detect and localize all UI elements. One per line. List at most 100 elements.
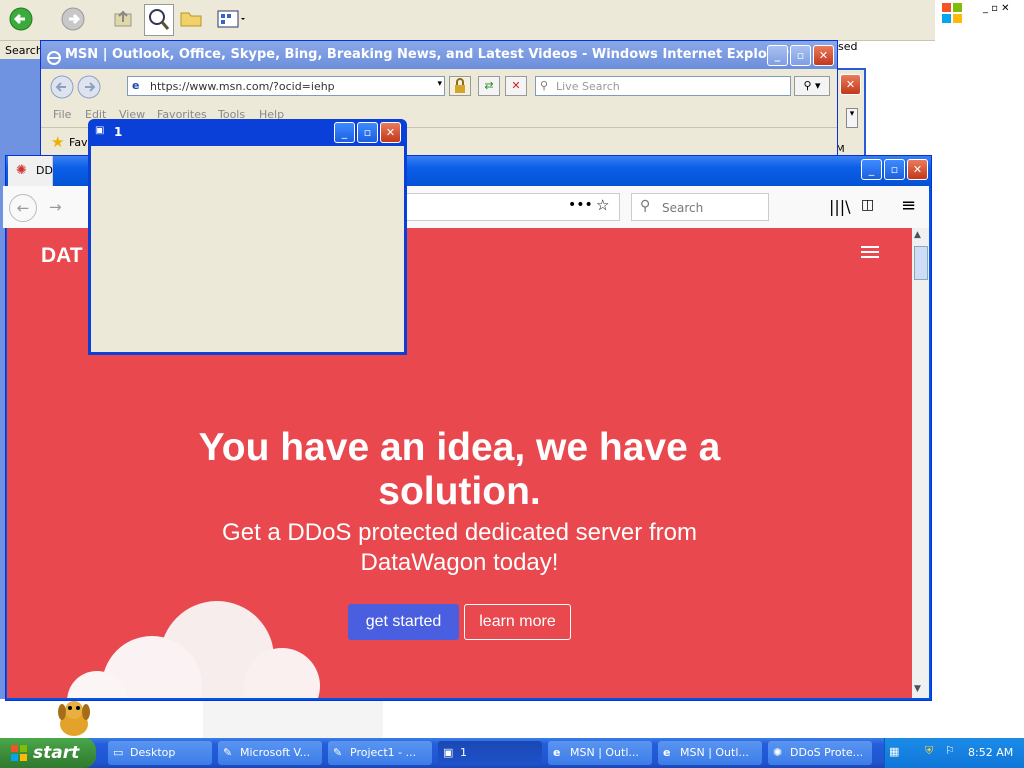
library-icon[interactable]: |||\ <box>829 197 851 216</box>
search-pane-header: Search <box>0 41 43 60</box>
windows-flag-icon <box>10 744 28 767</box>
hamburger-menu-icon[interactable]: ≡ <box>901 195 916 216</box>
scrollbar-thumb[interactable] <box>914 246 928 280</box>
ie-titlebar[interactable]: MSN | Outlook, Office, Skype, Bing, Brea… <box>41 41 837 69</box>
back-icon[interactable]: ← <box>9 194 37 222</box>
tab-favicon-icon: ✺ <box>16 163 27 178</box>
ie-window-title: MSN | Outlook, Office, Skype, Bing, Brea… <box>65 47 789 62</box>
maximize-icon[interactable]: ▫ <box>790 45 811 66</box>
explorer-window-controls[interactable]: _ ▫ ✕ <box>983 3 1010 14</box>
get-started-button[interactable]: get started <box>348 604 459 640</box>
ie-search-placeholder: Live Search <box>556 80 620 93</box>
small-window-body <box>91 146 404 352</box>
hero-subtext: Get a DDoS protected dedicated server fr… <box>222 519 697 576</box>
tab-label: DD <box>36 164 53 177</box>
ie-window-secondary[interactable]: ✕ ▾ M <box>836 68 866 160</box>
favorites-label[interactable]: Fav <box>69 136 88 149</box>
explorer-status-area <box>203 699 383 738</box>
start-button[interactable]: start <box>0 738 96 768</box>
forward-icon[interactable]: → <box>49 194 62 220</box>
hero-headline: You have an idea, we have a solution. <box>198 426 721 513</box>
firefox-url-bar[interactable]: ••• ☆ <box>403 193 620 221</box>
refresh-icon[interactable]: ⇄ <box>478 76 500 96</box>
close-icon[interactable]: ✕ <box>380 122 401 143</box>
task-ddos[interactable]: ✺ DDoS Prote... <box>768 741 872 765</box>
search-pane-label: Search <box>5 44 43 57</box>
views-icon[interactable] <box>216 6 245 32</box>
keyboard-icon[interactable]: ▦ <box>889 745 899 758</box>
task-msn-1[interactable]: e MSN | Outl... <box>548 741 652 765</box>
forward-icon[interactable] <box>60 6 86 32</box>
minimize-icon[interactable]: _ <box>767 45 788 66</box>
minimize-icon[interactable]: _ <box>334 122 355 143</box>
task-label: MSN | Outl... <box>680 746 749 759</box>
task-msn-2[interactable]: e MSN | Outl... <box>658 741 762 765</box>
menu-file[interactable]: File <box>53 108 71 121</box>
clock[interactable]: 8:52 AM <box>968 746 1013 759</box>
task-label: Microsoft V... <box>240 746 311 759</box>
desktop-icon: ▭ <box>113 746 124 759</box>
start-label: start <box>33 743 80 763</box>
window-app-icon: ▣ <box>95 125 105 136</box>
page-menu-icon[interactable] <box>861 246 879 258</box>
search-icon: ⚲ <box>640 198 651 214</box>
firefox-search-input[interactable]: ⚲ Search <box>631 193 769 221</box>
maximize-icon[interactable]: ▫ <box>357 122 378 143</box>
task-label: 1 <box>460 746 467 759</box>
firefox-search-placeholder: Search <box>662 201 704 215</box>
task-label: Project1 - ... <box>350 746 417 759</box>
ie-address-text[interactable]: https://www.msn.com/?ocid=iehp <box>150 80 335 93</box>
folders-icon[interactable] <box>178 6 204 32</box>
task-microsoft-v[interactable]: ✎ Microsoft V... <box>218 741 322 765</box>
bookmark-star-icon[interactable]: ☆ <box>596 196 609 214</box>
cloud-illustration <box>57 596 337 698</box>
explorer-text-fragment: sed <box>838 40 858 53</box>
stop-icon[interactable]: ✕ <box>505 76 527 96</box>
lock-icon[interactable] <box>449 76 471 96</box>
dropdown-icon[interactable]: ▾ <box>846 108 858 128</box>
scroll-up-icon[interactable]: ▲ <box>914 230 921 240</box>
ie-logo-icon <box>47 48 61 76</box>
task-window-1[interactable]: ▣ 1 <box>438 741 542 765</box>
explorer-toolbar <box>0 0 935 41</box>
back-icon[interactable] <box>8 6 34 32</box>
ie-search-input[interactable]: ⚲ Live Search <box>535 76 791 96</box>
task-project1[interactable]: ✎ Project1 - ... <box>328 741 432 765</box>
security-shield-icon[interactable]: ⛨ <box>925 744 933 758</box>
system-tray: ▦ ⛨ ⚐ 8:52 AM <box>884 738 1024 768</box>
sidebar-icon[interactable]: ◫ <box>861 197 874 213</box>
page-scrollbar[interactable]: ▲ ▼ <box>912 228 929 698</box>
close-icon[interactable]: ✕ <box>840 74 861 95</box>
minimize-icon[interactable]: _ <box>861 159 882 180</box>
vb-icon: ✎ <box>223 746 233 759</box>
task-desktop[interactable]: ▭ Desktop <box>108 741 212 765</box>
page-actions-icon[interactable]: ••• <box>568 197 593 213</box>
task-label: DDoS Prote... <box>790 746 864 759</box>
windows-logo-icon <box>941 2 963 27</box>
window-app-icon: ▣ <box>443 746 454 759</box>
task-label: Desktop <box>130 746 176 759</box>
task-label: MSN | Outl... <box>570 746 639 759</box>
address-dropdown-icon[interactable]: ▾ <box>437 79 442 89</box>
ie-back-icon[interactable] <box>49 74 109 103</box>
close-icon[interactable]: ✕ <box>907 159 928 180</box>
network-icon[interactable]: ⚐ <box>945 744 955 757</box>
small-window-title: 1 <box>114 125 123 139</box>
explorer-right-pane: _ ▫ ✕ <box>935 0 1024 40</box>
up-folder-icon[interactable] <box>110 6 136 32</box>
search-icon[interactable] <box>144 4 174 36</box>
brand-logo[interactable]: DAT <box>41 244 83 268</box>
maximize-icon[interactable]: ▫ <box>884 159 905 180</box>
firefox-tab[interactable]: ✺ DD <box>8 156 53 186</box>
page-icon: e <box>132 79 140 92</box>
search-go-icon[interactable]: ⚲ ▾ <box>794 76 830 96</box>
search-magnifier-icon: ⚲ <box>540 79 549 92</box>
scroll-down-icon[interactable]: ▼ <box>914 684 921 694</box>
favorites-star-icon[interactable]: ★ <box>51 133 64 151</box>
ie-address-bar[interactable]: e https://www.msn.com/?ocid=iehp ▾ <box>127 76 445 96</box>
vb-icon: ✎ <box>333 746 343 759</box>
search-dog-icon[interactable] <box>50 698 100 741</box>
learn-more-button[interactable]: learn more <box>464 604 571 640</box>
close-icon[interactable]: ✕ <box>813 45 834 66</box>
small-window[interactable]: ▣ 1 _ ▫ ✕ <box>88 119 407 355</box>
